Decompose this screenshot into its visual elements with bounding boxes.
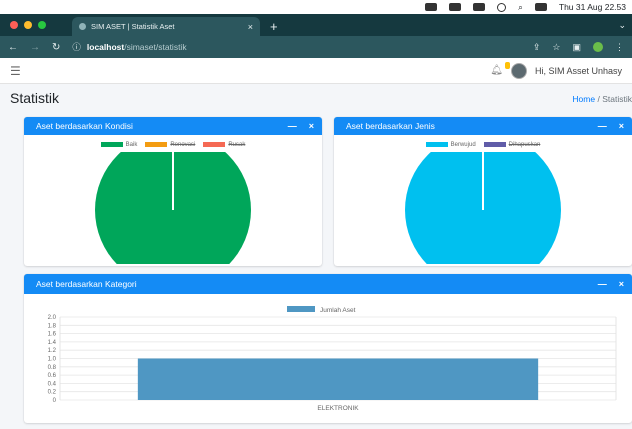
window-controls — [0, 21, 56, 29]
legend-label: Rusak — [228, 142, 246, 149]
app-navbar: ☰ 🔔︎ Hi, SIM Asset Unhasy — [0, 58, 632, 84]
legend-item-renovasi[interactable]: Renovasi — [145, 142, 195, 148]
y-tick-label: 0.2 — [48, 390, 57, 396]
browser-menu-icon[interactable]: ⋮ — [615, 42, 624, 53]
legend-item-dihapuskan[interactable]: Dihapuskan — [483, 142, 541, 149]
card-jenis-title: Aset berdasarkan Jenis — [346, 121, 435, 131]
spotlight-icon[interactable]: ⌕ — [518, 2, 523, 13]
close-window-button[interactable] — [10, 21, 18, 29]
card-kategori-title: Aset berdasarkan Kategori — [36, 279, 137, 289]
legend-label-jumlah-aset: Jumlah Aset — [320, 307, 356, 314]
legend-label: Dihapuskan — [508, 142, 541, 149]
bar-elektronik[interactable] — [137, 358, 539, 401]
y-tick-label: 0.8 — [48, 365, 57, 371]
legend-swatch — [483, 142, 506, 147]
breadcrumb-separator: / — [597, 94, 600, 104]
extension-icon[interactable] — [593, 42, 603, 52]
bar-chart-kategori: Jumlah Aset 0 0.2 0.4 0.6 0.8 1.0 1.2 1.4 1.6 1.8 2… — [48, 306, 617, 412]
tab-close-icon[interactable]: × — [248, 22, 253, 32]
toggle-icon[interactable] — [534, 3, 547, 11]
y-tick-label: 1.8 — [48, 323, 57, 329]
back-arrow-icon[interactable]: ← — [8, 42, 18, 53]
breadcrumb: Home / Statistik — [572, 94, 632, 104]
card-kondisi: Aset berdasarkan Kondisi — × Baik Renova… — [24, 117, 322, 266]
breadcrumb-home-link[interactable]: Home — [572, 94, 595, 104]
user-greeting[interactable]: Hi, SIM Asset Unhasy — [535, 66, 622, 76]
browser-tab-strip: SIM ASET | Statistik Aset × + ⌄ — [0, 14, 632, 36]
y-tick-label: 2.0 — [48, 315, 57, 321]
breadcrumb-current: Statistik — [602, 94, 632, 104]
legend-label: Berwujud — [450, 142, 476, 149]
legend-item-berwujud[interactable]: Berwujud — [425, 142, 476, 149]
minimize-window-button[interactable] — [24, 21, 32, 29]
legend-swatch — [100, 142, 123, 147]
page-title: Statistik — [10, 90, 60, 106]
legend-label: Renovasi — [170, 142, 196, 149]
card-kondisi-title: Aset berdasarkan Kondisi — [36, 121, 133, 131]
browser-tab-active[interactable]: SIM ASET | Statistik Aset × — [72, 17, 260, 36]
browser-toolbar: ← → ↻ ⓘ localhost/simaset/statistik ⇪ ☆ … — [0, 36, 632, 58]
legend-item-baik[interactable]: Baik — [100, 142, 138, 149]
remove-button[interactable]: × — [619, 121, 624, 131]
card-kondisi-header: Aset berdasarkan Kondisi — × — [24, 117, 322, 135]
battery-icon[interactable] — [473, 3, 486, 11]
url-path: /simaset/statistik — [124, 42, 187, 52]
collapse-button[interactable]: — — [288, 121, 297, 131]
chart-legend: Baik Renovasi Rusak — [24, 142, 322, 148]
tab-search-chevron-icon[interactable]: ⌄ — [618, 20, 626, 31]
control-center-icon[interactable] — [425, 3, 438, 11]
remove-button[interactable]: × — [619, 279, 624, 289]
hamburger-menu-icon[interactable]: ☰ — [10, 64, 21, 78]
bookmark-star-icon[interactable]: ☆ — [552, 42, 560, 53]
card-jenis-header: Aset berdasarkan Jenis — × — [334, 117, 632, 135]
display-icon[interactable] — [449, 3, 462, 11]
zoom-window-button[interactable] — [38, 21, 46, 29]
legend-label: Baik — [125, 142, 138, 149]
legend-swatch-jumlah-aset[interactable] — [287, 306, 315, 312]
share-icon[interactable]: ⇪ — [533, 42, 541, 53]
sidebar-icon[interactable]: ▣ — [572, 42, 581, 53]
pie-chart-kondisi — [95, 152, 251, 264]
chart-legend: Berwujud Dihapuskan — [334, 142, 632, 148]
legend-swatch — [203, 142, 226, 147]
url-host: localhost — [86, 42, 125, 52]
site-info-icon[interactable]: ⓘ — [72, 41, 81, 53]
y-tick-label: 0.4 — [48, 381, 57, 387]
notification-bell-icon[interactable]: 🔔︎ — [490, 62, 510, 76]
y-tick-label: 1.0 — [48, 357, 57, 363]
legend-item-rusak[interactable]: Rusak — [203, 142, 245, 148]
y-tick-label: 1.4 — [48, 340, 57, 346]
user-avatar[interactable] — [510, 62, 527, 79]
os-menu-bar: ⌕ Thu 31 Aug 22.53 — [0, 0, 632, 14]
legend-swatch — [145, 142, 168, 147]
remove-button[interactable]: × — [309, 121, 314, 131]
collapse-button[interactable]: — — [598, 121, 607, 131]
legend-swatch — [425, 142, 448, 147]
card-jenis: Aset berdasarkan Jenis — × Berwujud Diha… — [334, 117, 632, 266]
os-clock: Thu 31 Aug 22.53 — [558, 2, 626, 12]
x-tick-label: ELEKTRONIK — [317, 405, 359, 412]
tab-favicon-icon — [79, 23, 86, 30]
card-kategori-header: Aset berdasarkan Kategori — × — [24, 274, 632, 294]
y-tick-label: 1.2 — [48, 348, 57, 354]
reload-icon[interactable]: ↻ — [52, 42, 60, 53]
wifi-icon[interactable] — [497, 2, 507, 12]
card-kategori: Aset berdasarkan Kategori — × Jumlah Ase… — [24, 274, 632, 423]
tab-title: SIM ASET | Statistik Aset — [91, 22, 175, 31]
y-tick-label: 1.6 — [48, 332, 57, 338]
pie-chart-jenis — [405, 152, 561, 264]
y-tick-label: 0.6 — [48, 373, 57, 379]
y-tick-label: 0 — [53, 398, 57, 404]
address-bar[interactable]: ⓘ localhost/simaset/statistik — [72, 41, 520, 53]
new-tab-button[interactable]: + — [260, 19, 288, 36]
notification-badge — [504, 62, 510, 69]
collapse-button[interactable]: — — [598, 279, 607, 289]
forward-arrow-icon[interactable]: → — [30, 42, 40, 53]
